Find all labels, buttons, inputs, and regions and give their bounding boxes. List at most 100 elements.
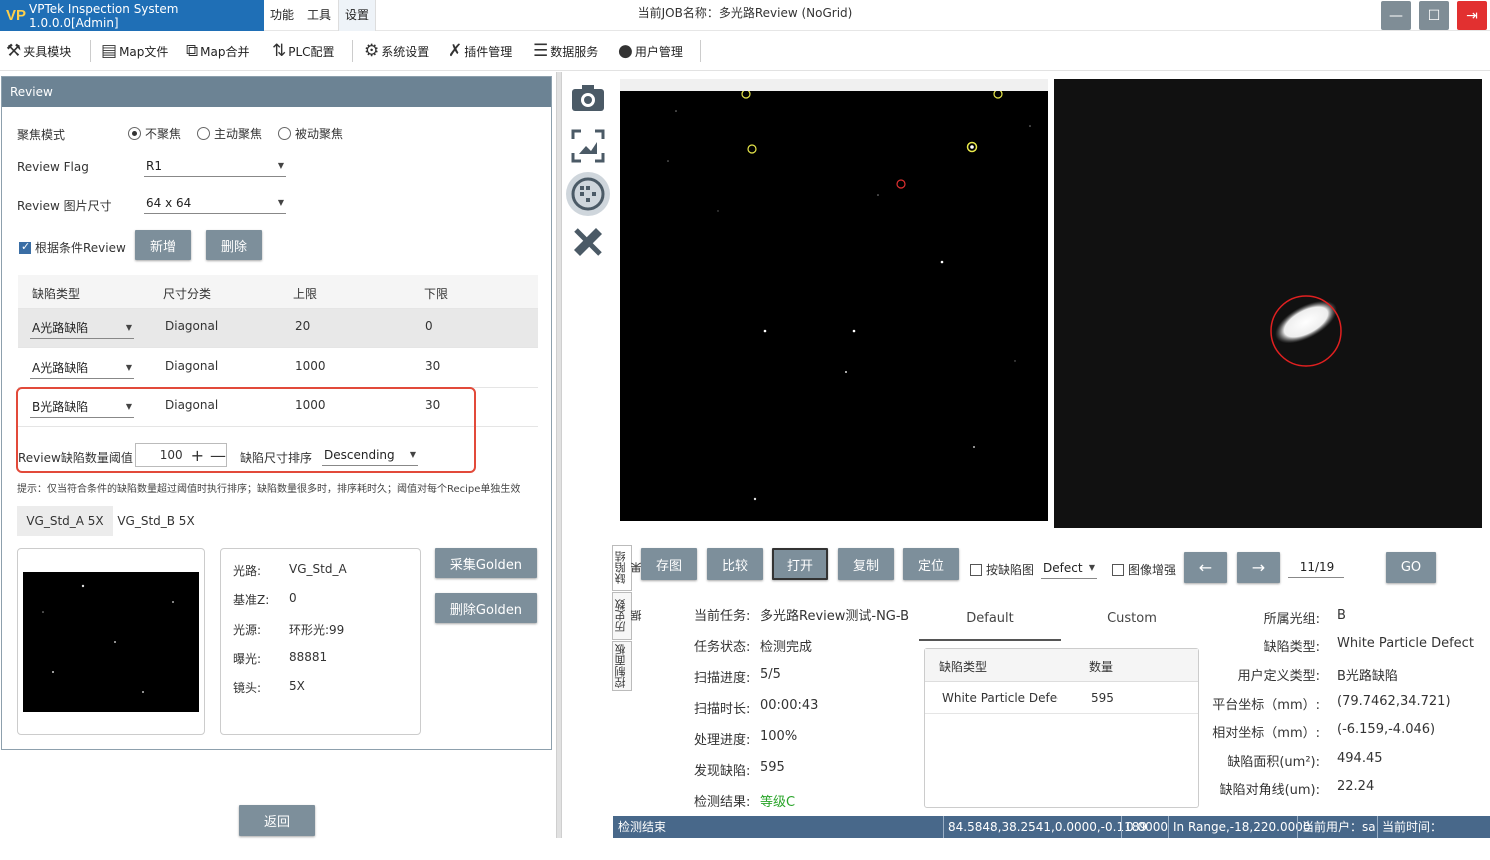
tab-default[interactable]: Default	[919, 605, 1061, 641]
plus-icon[interactable]: +	[191, 446, 204, 465]
exit-button[interactable]: ⇥	[1457, 1, 1487, 30]
review-flag-select[interactable]: R1 ▼	[144, 157, 286, 177]
camera-icon[interactable]	[566, 76, 610, 120]
checkbox-icon	[1112, 563, 1124, 576]
tab-recipe-b[interactable]: VG_Std_B 5X	[113, 506, 199, 536]
summary-count: 595	[1091, 691, 1114, 705]
toolbar-user[interactable]: ● 用户管理	[618, 39, 683, 63]
detail-value: White Particle Defect	[1337, 636, 1474, 651]
threshold-label: Review缺陷数量阈值	[18, 451, 133, 465]
server-icon: ☰	[533, 41, 549, 61]
tab-recipe-a[interactable]: VG_Std_A 5X	[17, 506, 113, 536]
back-button[interactable]: 返回	[239, 805, 315, 836]
compare-button[interactable]: 比较	[707, 548, 763, 580]
info-key: 光路:	[233, 564, 262, 578]
maximize-button[interactable]: ☐	[1419, 1, 1449, 30]
gear-icon: ⚙	[364, 41, 380, 61]
delete-golden-button[interactable]: 删除Golden	[435, 593, 537, 623]
sort-select[interactable]: Descending ▼	[322, 446, 418, 466]
row-defect-type-select[interactable]: A光路缺陷 ▼	[30, 319, 134, 339]
tab-defect-result[interactable]: 缺陷结果	[612, 545, 643, 591]
status-text: 检测结束	[618, 820, 667, 834]
cond-review-label: 根据条件Review	[35, 241, 126, 255]
tab-control-panel[interactable]: 控制面板	[612, 641, 632, 691]
golden-image	[23, 572, 199, 712]
toolbar-fixture[interactable]: ⚒ 夹具模块	[6, 39, 71, 63]
info-value: 0	[289, 591, 297, 605]
menu-settings[interactable]: 设置	[338, 0, 377, 31]
minus-icon[interactable]: —	[210, 446, 226, 465]
copy-button[interactable]: 复制	[838, 548, 894, 580]
table-row[interactable]: A光路缺陷 ▼ Diagonal 1000 30	[18, 349, 538, 388]
collect-golden-button[interactable]: 采集Golden	[435, 548, 537, 578]
chevron-down-icon: ▼	[125, 323, 132, 332]
review-size-label: Review 图片尺寸	[17, 199, 112, 213]
tab-history[interactable]: 历史数据	[612, 592, 643, 640]
page-input[interactable]: 11/19	[1288, 558, 1344, 578]
toolbar-plc[interactable]: ⇅ PLC配置	[272, 39, 335, 63]
overview-image[interactable]	[620, 79, 1048, 521]
focus-mode-label: 聚焦模式	[17, 128, 66, 142]
cond-review-checkbox[interactable]: 根据条件Review	[19, 239, 126, 256]
main-toolbar: ⚒ 夹具模块 ▤ Map文件 ⧉ Map合并 ⇅ PLC配置 ⚙ 系统设置 ✗ 插件管理 ☰…	[0, 31, 1490, 71]
row-lower: 30	[425, 359, 441, 373]
row-lower: 0	[425, 319, 433, 333]
toolbar-map-file[interactable]: ▤ Map文件	[101, 39, 168, 63]
maximize-icon: ☐	[1427, 7, 1441, 24]
toolbar-map-file-label: Map文件	[119, 44, 169, 59]
detail-key: 缺陷面积(um²):	[1227, 755, 1320, 770]
prev-button[interactable]: ←	[1184, 552, 1227, 583]
defect-type-select[interactable]: Defect ▼	[1041, 559, 1097, 579]
image-fit-icon[interactable]	[566, 124, 610, 168]
chevron-down-icon: ▼	[277, 161, 284, 170]
title-bar: VP VPTek Inspection System 1.0.0.0[Admin…	[0, 0, 1490, 31]
checkbox-icon	[19, 240, 31, 254]
toolbar-plugin-label: 插件管理	[464, 44, 513, 59]
next-button[interactable]: →	[1237, 552, 1280, 583]
detail-value: (-6.159,-4.046)	[1337, 722, 1436, 737]
status-z: 0.0000	[1121, 816, 1168, 838]
table-row[interactable]: White Particle Defect 595	[925, 682, 1198, 714]
go-button[interactable]: GO	[1386, 552, 1436, 583]
merge-icon: ⧉	[186, 41, 199, 61]
defect-zoom-image[interactable]	[1054, 79, 1482, 528]
enhance-checkbox[interactable]: 图像增强	[1112, 561, 1176, 578]
focus-radio-passive[interactable]: 被动聚焦	[278, 125, 343, 142]
wafer-map-icon[interactable]	[566, 172, 610, 216]
menu-function[interactable]: 功能	[264, 0, 300, 31]
radio-icon	[278, 127, 291, 140]
focus-radio-active[interactable]: 主动聚焦	[197, 125, 262, 142]
review-size-select[interactable]: 64 x 64 ▼	[144, 194, 286, 214]
menu-tools[interactable]: 工具	[301, 0, 337, 31]
row-defect-type-select[interactable]: A光路缺陷 ▼	[30, 359, 134, 379]
measure-icon[interactable]	[566, 220, 610, 264]
locate-button[interactable]: 定位	[903, 548, 959, 580]
toolbar-plugin[interactable]: ✗ 插件管理	[448, 39, 512, 63]
minimize-icon: —	[1389, 7, 1403, 24]
toolbar-system-settings[interactable]: ⚙ 系统设置	[364, 39, 429, 63]
add-condition-button[interactable]: 新增	[135, 230, 191, 260]
header-lower: 下限	[424, 287, 449, 301]
toolbar-map-merge[interactable]: ⧉ Map合并	[186, 39, 249, 63]
threshold-stepper[interactable]: 100 + —	[135, 443, 227, 467]
panel-splitter[interactable]	[556, 72, 562, 838]
focus-radio-none[interactable]: 不聚焦	[128, 125, 181, 142]
defect-type-value: Defect	[1043, 561, 1083, 575]
toolbar-fixture-label: 夹具模块	[23, 44, 72, 59]
row-upper: 1000	[295, 359, 326, 373]
job-title: 当前JOB名称：多光路Review (NoGrid)	[637, 6, 853, 20]
header-upper: 上限	[293, 287, 318, 301]
info-key: 光源:	[233, 623, 262, 637]
hint-text: 提示：仅当符合条件的缺陷数量超过阈值时执行排序；缺陷数量很多时，排序耗时久；阈值…	[17, 484, 521, 495]
toolbar-data-service[interactable]: ☰ 数据服务	[533, 39, 598, 63]
task-key: 发现缺陷:	[694, 764, 751, 779]
header-defect-type: 缺陷类型	[32, 287, 81, 301]
minimize-button[interactable]: —	[1381, 1, 1411, 30]
golden-image-frame	[17, 548, 205, 735]
defect-map-checkbox[interactable]: 按缺陷图	[970, 561, 1034, 578]
overview-defects	[667, 89, 1031, 501]
table-row[interactable]: A光路缺陷 ▼ Diagonal 20 0	[18, 309, 538, 348]
delete-condition-button[interactable]: 删除	[206, 230, 262, 260]
save-image-button[interactable]: 存图	[641, 548, 697, 580]
open-button[interactable]: 打开	[772, 548, 828, 580]
